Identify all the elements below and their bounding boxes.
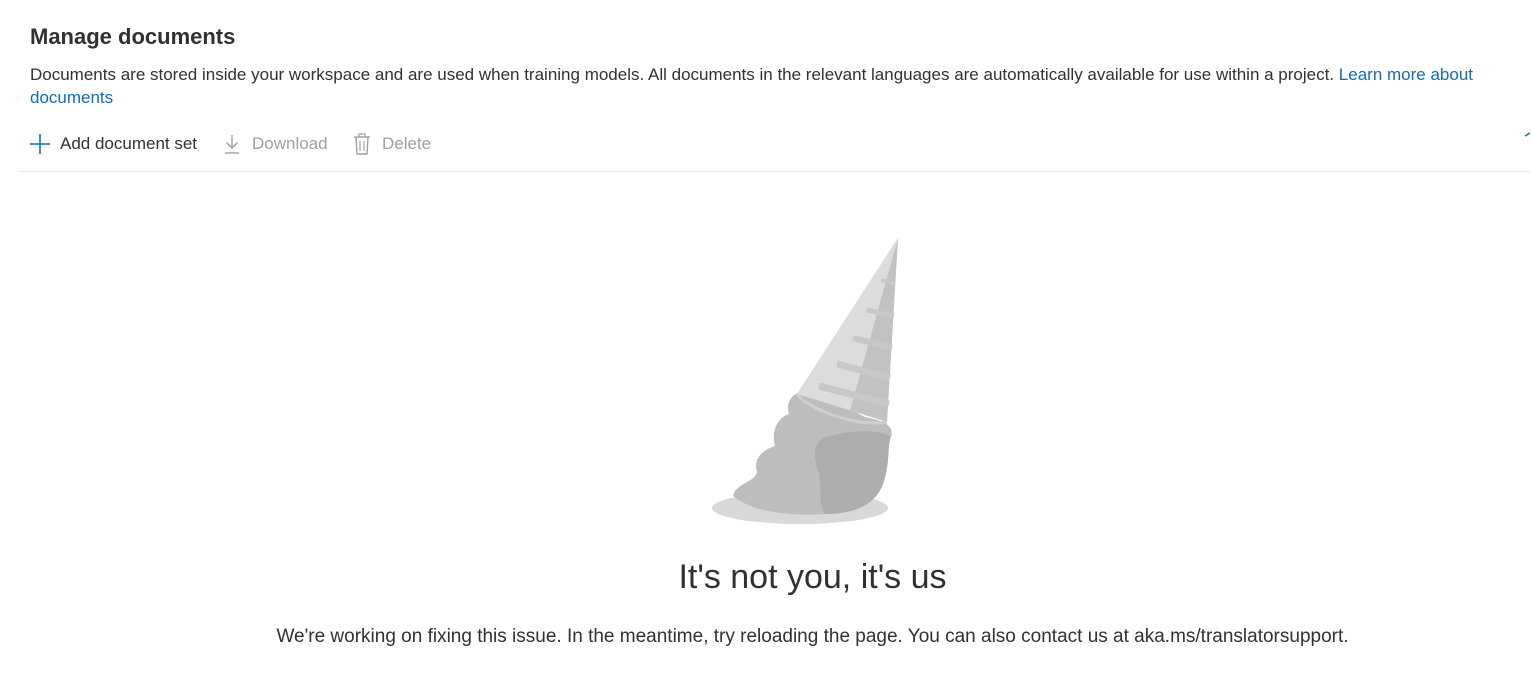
description-text: Documents are stored inside your workspa… xyxy=(30,65,1335,84)
delete-label: Delete xyxy=(382,134,432,153)
download-label: Download xyxy=(252,134,328,153)
download-button[interactable]: Download xyxy=(220,126,328,162)
chevron-edge-icon[interactable] xyxy=(1523,132,1531,146)
ice-cream-cone-illustration xyxy=(705,232,905,532)
delete-button[interactable]: Delete xyxy=(350,126,431,162)
error-heading: It's not you, it's us xyxy=(678,558,947,596)
manage-documents-page: Manage documents Documents are stored in… xyxy=(0,0,1531,697)
error-message: We're working on fixing this issue. In t… xyxy=(276,626,1349,647)
trash-icon xyxy=(350,132,374,156)
download-icon xyxy=(220,132,244,156)
page-title: Manage documents xyxy=(30,24,236,49)
add-document-set-label: Add document set xyxy=(60,134,198,153)
add-document-set-button[interactable]: Add document set xyxy=(28,126,197,162)
page-description: Documents are stored inside your workspa… xyxy=(30,63,1520,109)
command-bar: Add document set Download Delete xyxy=(20,126,1531,172)
plus-icon xyxy=(28,132,52,156)
